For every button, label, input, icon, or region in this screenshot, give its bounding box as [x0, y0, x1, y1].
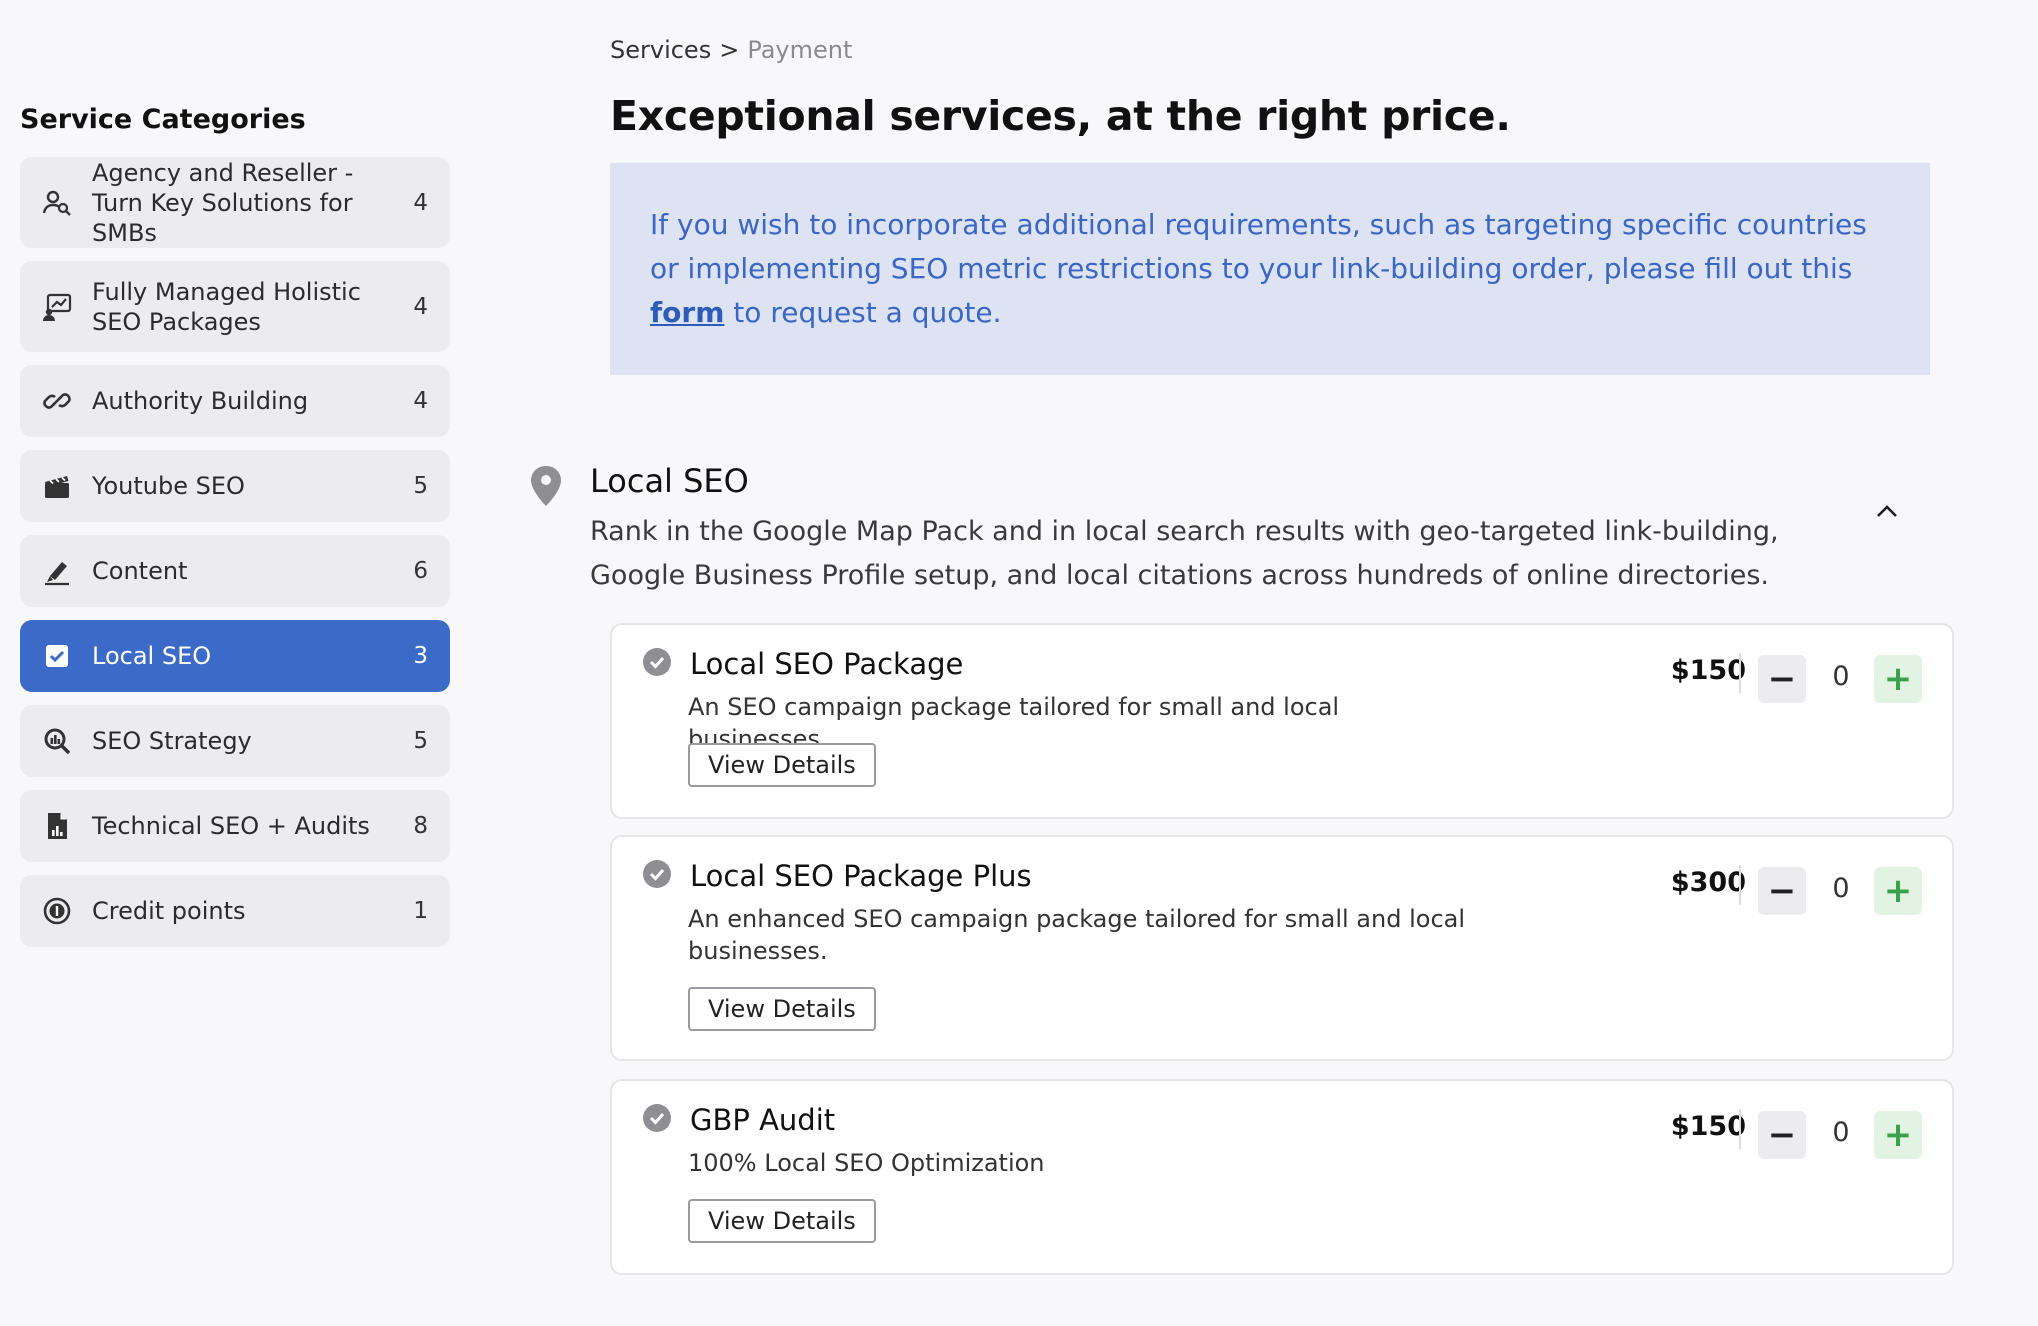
coin-icon [40, 894, 74, 928]
sidebar-item-label: Credit points [92, 897, 246, 925]
divider [1739, 1109, 1741, 1149]
magnifier-chart-icon [40, 724, 74, 758]
breadcrumb: Services > Payment [610, 36, 852, 64]
sidebar-item-authority-building[interactable]: Authority Building 4 [20, 365, 450, 437]
sidebar-item-technical-seo[interactable]: Technical SEO + Audits 8 [20, 790, 450, 862]
checkbox-icon [40, 639, 74, 673]
quote-form-link[interactable]: form [650, 296, 724, 329]
sidebar-item-content[interactable]: Content 6 [20, 535, 450, 607]
decrease-quantity-button[interactable]: − [1758, 655, 1806, 703]
breadcrumb-separator: > [719, 36, 740, 64]
quantity-value: 0 [1832, 873, 1850, 904]
sidebar-title: Service Categories [20, 104, 306, 135]
product-price: $300 [1670, 867, 1746, 898]
breadcrumb-services-link[interactable]: Services [610, 36, 711, 64]
divider [1739, 865, 1741, 905]
decrease-quantity-button[interactable]: − [1758, 1111, 1806, 1159]
sidebar-item-count: 4 [413, 293, 428, 320]
check-circle-icon [642, 859, 672, 889]
sidebar-item-local-seo[interactable]: Local SEO 3 [20, 620, 450, 692]
sidebar-item-fully-managed[interactable]: Fully Managed Holistic SEO Packages 4 [20, 261, 450, 352]
user-search-icon [40, 186, 74, 220]
sidebar-item-label: Local SEO [92, 642, 212, 670]
view-details-button[interactable]: View Details [688, 1199, 876, 1243]
document-chart-icon [40, 809, 74, 843]
product-card: Local SEO Package An SEO campaign packag… [610, 623, 1954, 819]
section-title: Local SEO [590, 462, 749, 500]
quantity-value: 0 [1832, 661, 1850, 692]
sidebar-item-count: 4 [413, 388, 428, 414]
chevron-up-icon [1870, 505, 1904, 532]
quote-info-box: If you wish to incorporate additional re… [610, 163, 1930, 375]
view-details-button[interactable]: View Details [688, 987, 876, 1031]
sidebar-item-label: Youtube SEO [92, 472, 245, 500]
info-text-before: If you wish to incorporate additional re… [650, 208, 1867, 285]
sidebar-item-count: 4 [413, 189, 428, 216]
sidebar-item-label: Agency and Reseller - Turn Key Solutions… [92, 158, 354, 247]
divider [1739, 653, 1741, 693]
page-title: Exceptional services, at the right price… [610, 92, 1511, 140]
collapse-section-button[interactable] [1870, 494, 1904, 528]
view-details-button[interactable]: View Details [688, 743, 876, 787]
chart-board-icon [40, 290, 74, 324]
sidebar-item-seo-strategy[interactable]: SEO Strategy 5 [20, 705, 450, 777]
sidebar-item-count: 5 [413, 473, 428, 499]
sidebar-item-label: Content [92, 557, 188, 585]
sidebar-item-count: 8 [413, 813, 428, 839]
decrease-quantity-button[interactable]: − [1758, 867, 1806, 915]
increase-quantity-button[interactable]: + [1874, 655, 1922, 703]
link-icon [40, 384, 74, 418]
product-card: Local SEO Package Plus An enhanced SEO c… [610, 835, 1954, 1061]
product-card: GBP Audit 100% Local SEO Optimization Vi… [610, 1079, 1954, 1275]
product-price: $150 [1670, 1111, 1746, 1142]
product-title: Local SEO Package Plus [690, 859, 1032, 893]
sidebar-item-count: 6 [413, 558, 428, 584]
sidebar-item-count: 1 [413, 898, 428, 924]
section-description: Rank in the Google Map Pack and in local… [590, 516, 1779, 591]
product-price: $150 [1670, 655, 1746, 686]
product-description: An enhanced SEO campaign package tailore… [688, 905, 1466, 965]
sidebar-item-youtube-seo[interactable]: Youtube SEO 5 [20, 450, 450, 522]
sidebar-item-label: Authority Building [92, 387, 309, 415]
increase-quantity-button[interactable]: + [1874, 1111, 1922, 1159]
sidebar-item-credit-points[interactable]: Credit points 1 [20, 875, 450, 947]
check-circle-icon [642, 1103, 672, 1133]
quantity-value: 0 [1832, 1117, 1850, 1148]
product-title: GBP Audit [690, 1103, 836, 1137]
sidebar-item-agency-reseller[interactable]: Agency and Reseller - Turn Key Solutions… [20, 157, 450, 248]
map-pin-icon [528, 464, 564, 508]
pen-icon [40, 554, 74, 588]
sidebar-item-count: 5 [413, 728, 428, 754]
sidebar-item-label: SEO Strategy [92, 727, 252, 755]
page: Service Categories Agency and Reseller -… [0, 0, 2038, 1326]
check-circle-icon [642, 647, 672, 677]
product-description: 100% Local SEO Optimization [688, 1149, 1045, 1177]
product-title: Local SEO Package [690, 647, 964, 681]
clapperboard-icon [40, 469, 74, 503]
sidebar: Service Categories Agency and Reseller -… [20, 104, 450, 960]
info-text-after: to request a quote. [724, 296, 1002, 329]
sidebar-item-count: 3 [413, 643, 428, 669]
sidebar-item-label: Technical SEO + Audits [92, 812, 370, 840]
increase-quantity-button[interactable]: + [1874, 867, 1922, 915]
sidebar-item-label: Fully Managed Holistic SEO Packages [92, 277, 361, 336]
breadcrumb-current: Payment [747, 36, 853, 64]
